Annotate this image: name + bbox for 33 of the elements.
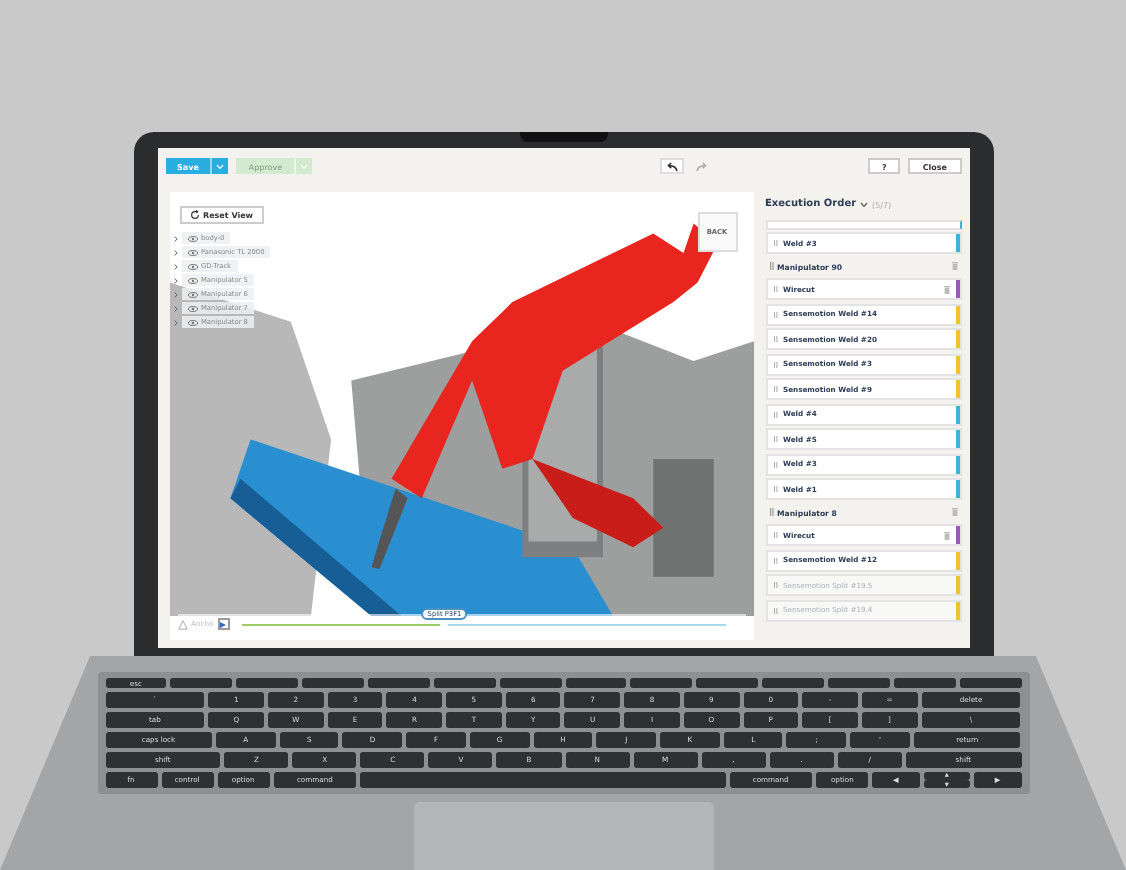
warning-icon — [177, 619, 187, 629]
redo-icon — [696, 161, 709, 171]
reset-icon — [189, 210, 199, 220]
timeline-thumb[interactable] — [440, 620, 449, 628]
caret-icon — [216, 163, 225, 169]
function-key[interactable] — [630, 678, 693, 688]
eye-icon — [187, 319, 197, 325]
play-button[interactable] — [217, 618, 230, 630]
play-icon — [220, 621, 227, 627]
drag-handle-icon[interactable] — [769, 262, 773, 270]
eye-icon — [187, 249, 197, 255]
camera-notch — [519, 132, 607, 142]
function-key[interactable] — [367, 678, 430, 688]
chevron-down-icon[interactable] — [860, 201, 869, 207]
drag-handle-icon[interactable] — [769, 508, 773, 516]
function-key[interactable] — [696, 678, 759, 688]
eye-icon — [187, 305, 197, 311]
save-menu-button[interactable] — [210, 158, 229, 174]
function-key[interactable] — [499, 678, 562, 688]
function-key[interactable] — [959, 678, 1022, 688]
eye-icon — [187, 291, 197, 297]
eye-icon — [187, 263, 197, 269]
function-key[interactable] — [433, 678, 496, 688]
caret-icon — [300, 163, 309, 169]
eye-icon — [187, 277, 197, 283]
function-key[interactable] — [170, 678, 233, 688]
function-key[interactable] — [827, 678, 890, 688]
undo-button[interactable] — [660, 158, 685, 174]
undo-icon — [666, 161, 679, 171]
function-key[interactable] — [565, 678, 627, 688]
eye-icon — [187, 235, 197, 241]
function-key[interactable] — [236, 678, 299, 688]
function-key[interactable] — [893, 678, 956, 688]
